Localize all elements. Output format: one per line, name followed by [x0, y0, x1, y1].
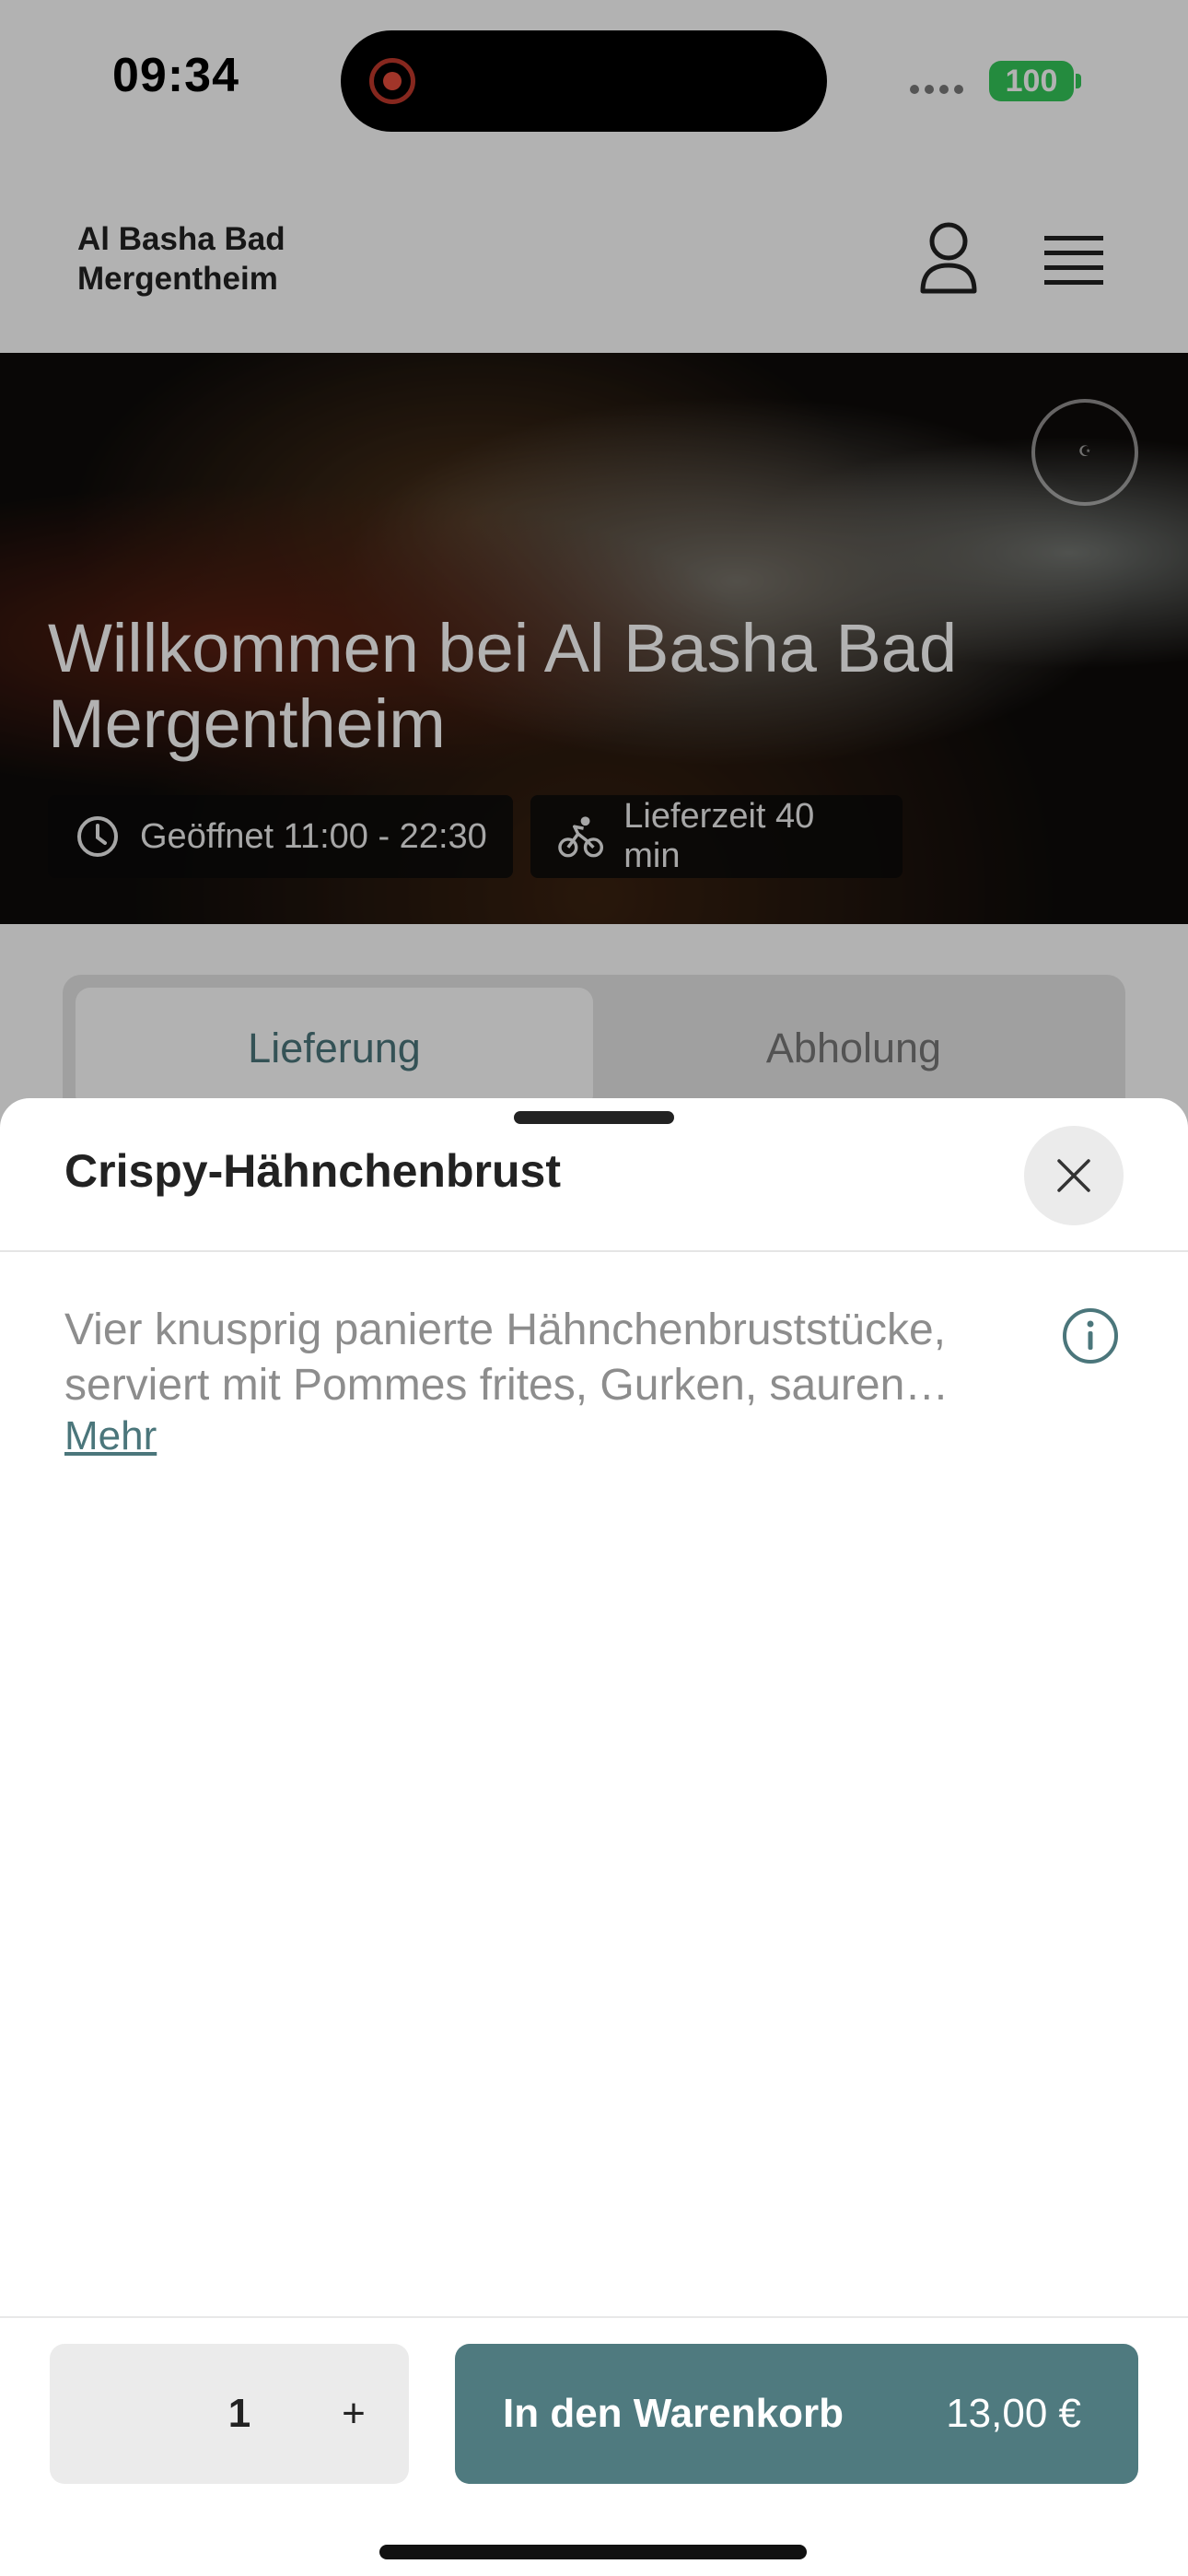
footer-divider [0, 2316, 1188, 2318]
sheet-divider [0, 1250, 1188, 1252]
info-icon[interactable] [1061, 1306, 1120, 1365]
screen: 09:34 100 Al Basha Bad Mergentheim ☪ Wil… [0, 0, 1188, 2576]
more-link[interactable]: Mehr [64, 1413, 157, 1459]
quantity-value: 1 [227, 2391, 251, 2436]
product-description: Vier knusprig panierte Hähnchenbruststüc… [64, 1306, 946, 1410]
product-price: 13,00 € [946, 2391, 1081, 2436]
add-to-cart-label: In den Warenkorb [503, 2391, 844, 2436]
add-to-cart-button[interactable]: In den Warenkorb 13,00 € [455, 2344, 1138, 2484]
close-icon [1057, 1159, 1090, 1192]
increase-quantity-button[interactable]: + [326, 2344, 381, 2484]
product-title: Crispy-Hähnchenbrust [64, 1145, 561, 1197]
product-sheet: Crispy-Hähnchenbrust Vier knusprig panie… [0, 1098, 1188, 2576]
sheet-grabber[interactable] [514, 1111, 674, 1124]
close-button[interactable] [1024, 1126, 1124, 1225]
quantity-stepper: 1 + [50, 2344, 409, 2484]
home-indicator[interactable] [379, 2545, 807, 2559]
